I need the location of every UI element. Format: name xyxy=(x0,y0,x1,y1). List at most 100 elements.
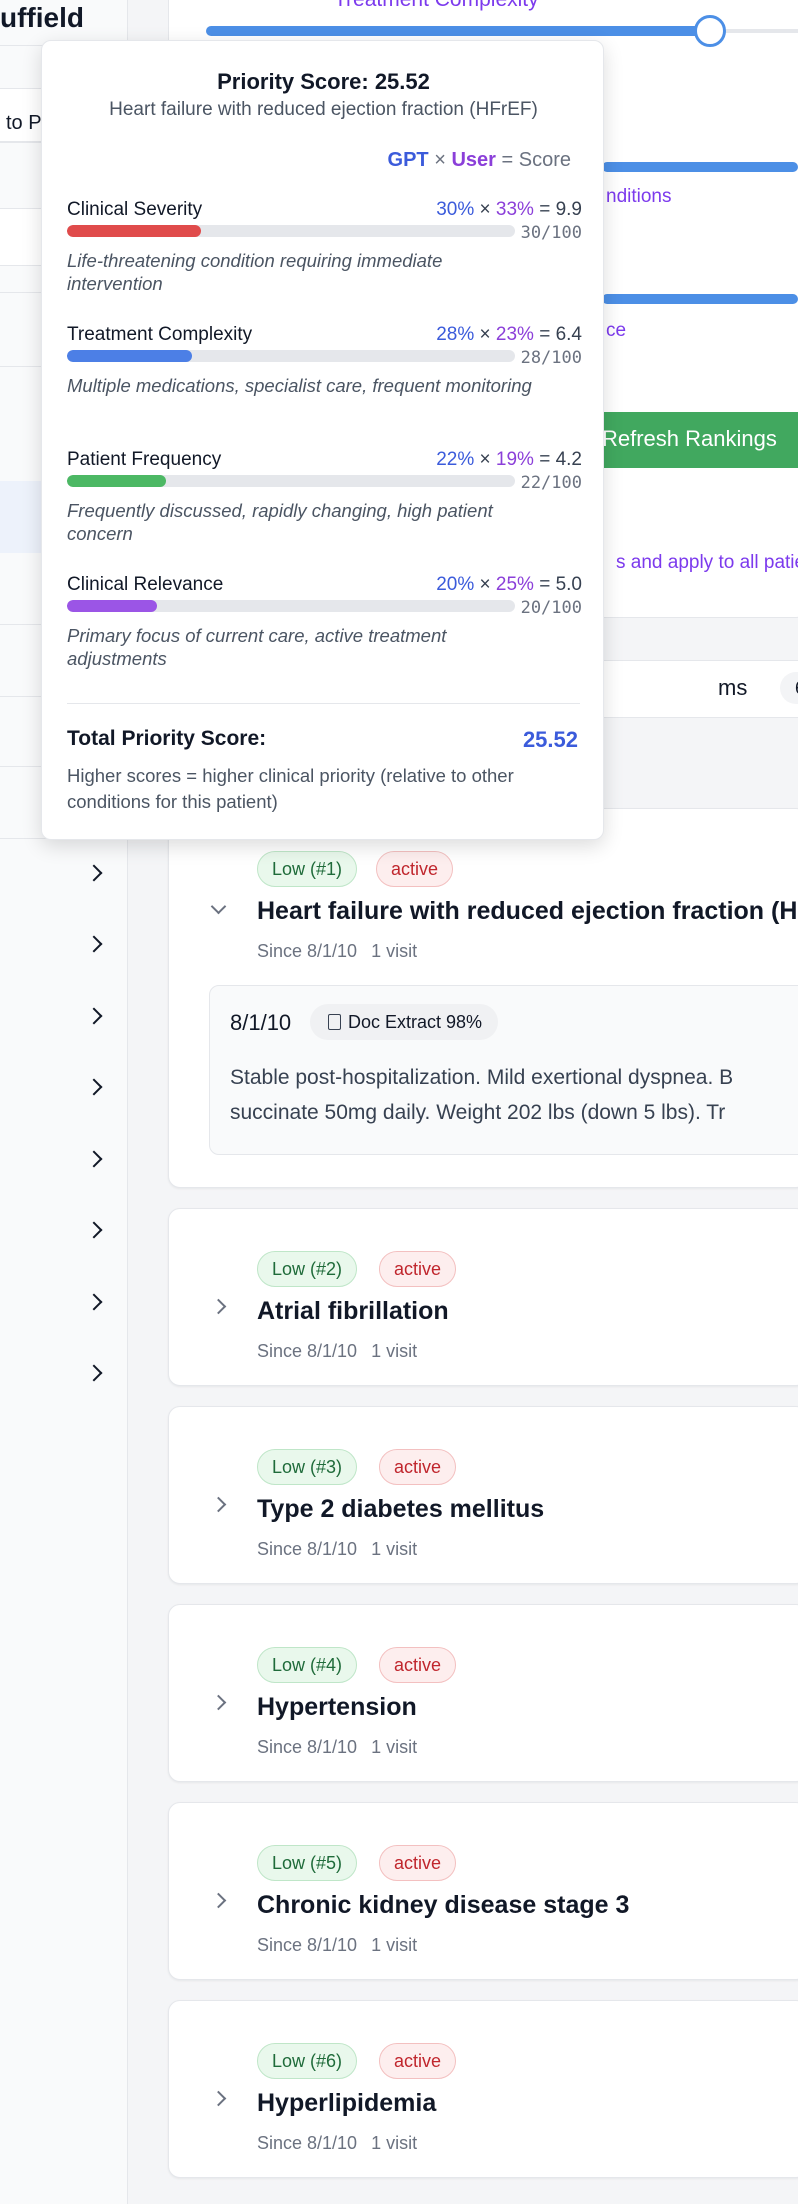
popover-subtitle: Heart failure with reduced ejection frac… xyxy=(109,99,538,120)
factor-description: Frequently discussed, rapidly changing, … xyxy=(67,500,493,544)
status-badge: active xyxy=(379,1251,457,1287)
tab-problems[interactable]: ms xyxy=(718,675,747,701)
sidebar-chevron-right-icon[interactable] xyxy=(85,1007,103,1025)
chevron-right-icon[interactable] xyxy=(210,1496,227,1513)
chevron-right-icon[interactable] xyxy=(210,2090,227,2107)
refresh-rankings-button[interactable]: Refresh Rankings xyxy=(580,412,798,468)
condition-meta: Since 8/1/10 1 visit xyxy=(257,1737,417,1758)
since-date: Since 8/1/10 xyxy=(257,1935,358,1955)
condition-title[interactable]: Type 2 diabetes mellitus xyxy=(257,1495,544,1524)
factor-description: Life-threatening condition requiring imm… xyxy=(67,250,443,294)
sidebar-chevron-right-icon[interactable] xyxy=(85,864,103,882)
priority-badge: Low (#5) xyxy=(257,1845,358,1881)
status-badge: active xyxy=(379,1449,457,1485)
chevron-right-icon[interactable] xyxy=(210,1298,227,1315)
condition-meta: Since 8/1/10 1 visit xyxy=(257,1935,417,1956)
factor-bar-fill xyxy=(67,350,193,362)
popover-divider xyxy=(67,703,580,704)
score-legend: GPT × User = Score xyxy=(388,149,571,172)
priority-badge: Low (#2) xyxy=(257,1251,358,1287)
condition-meta: Since 8/1/10 1 visit xyxy=(257,941,417,962)
factor-bar xyxy=(67,350,515,362)
since-date: Since 8/1/10 xyxy=(257,941,358,961)
visit-note-line: succinate 50mg daily. Weight 202 lbs (do… xyxy=(230,1101,726,1124)
factor-clinical-relevance: Clinical Relevance 20% × 25% = 5.0 20/10… xyxy=(67,574,582,692)
factor-score: 22/100 xyxy=(520,473,582,493)
factor-bar xyxy=(67,225,515,237)
since-date: Since 8/1/10 xyxy=(257,1539,358,1559)
gpt-weight: 20% xyxy=(436,574,475,595)
gpt-weight: 22% xyxy=(436,449,475,470)
sidebar-chevron-right-icon[interactable] xyxy=(85,935,103,953)
factor-result: 5.0 xyxy=(555,574,582,595)
factor-result: 6.4 xyxy=(555,324,582,345)
factor-description: Primary focus of current care, active tr… xyxy=(67,625,447,669)
slider-label-fragment: ce xyxy=(606,320,627,341)
condition-title[interactable]: Hypertension xyxy=(257,1693,417,1722)
slider-label-fragment: nditions xyxy=(606,186,672,207)
sidebar-chevron-right-icon[interactable] xyxy=(85,1221,103,1239)
factor-bar xyxy=(67,475,515,487)
condition-title[interactable]: Atrial fibrillation xyxy=(257,1297,449,1326)
status-badge: active xyxy=(379,2043,457,2079)
factor-name: Patient Frequency xyxy=(67,449,222,470)
factor-result: 9.9 xyxy=(555,199,582,220)
condition-card[interactable]: Low (#6) active Hyperlipidemia Since 8/1… xyxy=(168,2000,798,2178)
legend-times: × xyxy=(434,149,446,171)
chevron-down-icon[interactable] xyxy=(210,898,227,915)
condition-card[interactable]: Low (#3) active Type 2 diabetes mellitus… xyxy=(168,1406,798,1584)
condition-card[interactable]: Low (#4) active Hypertension Since 8/1/1… xyxy=(168,1604,798,1782)
factor-score: 20/100 xyxy=(520,598,582,618)
sidebar-chevron-right-icon[interactable] xyxy=(85,1364,103,1382)
weight-slider-thumb[interactable] xyxy=(694,15,726,47)
condition-title[interactable]: Heart failure with reduced ejection frac… xyxy=(257,897,798,926)
user-weight: 33% xyxy=(495,199,534,220)
weight-slider-fill[interactable] xyxy=(602,162,798,172)
visit-count: 1 visit xyxy=(371,1935,418,1955)
sidebar-chevron-right-icon[interactable] xyxy=(85,1078,103,1096)
visit-count: 1 visit xyxy=(371,1341,418,1361)
visit-count: 1 visit xyxy=(371,1539,418,1559)
condition-meta: Since 8/1/10 1 visit xyxy=(257,2133,417,2154)
chevron-right-icon[interactable] xyxy=(210,1892,227,1909)
condition-meta: Since 8/1/10 1 visit xyxy=(257,1341,417,1362)
condition-card[interactable]: Low (#1) active Heart failure with reduc… xyxy=(168,808,798,1188)
condition-title[interactable]: Hyperlipidemia xyxy=(257,2089,436,2118)
since-date: Since 8/1/10 xyxy=(257,1737,358,1757)
factor-name: Treatment Complexity xyxy=(67,324,253,345)
factor-bar-fill xyxy=(67,225,202,237)
legend-equals: = xyxy=(501,149,514,171)
apply-note: s and apply to all patie xyxy=(616,552,798,573)
legend-gpt: GPT xyxy=(387,149,429,171)
priority-badge: Low (#3) xyxy=(257,1449,358,1485)
factor-name: Clinical Relevance xyxy=(67,574,224,595)
visit-count: 1 visit xyxy=(371,1737,418,1757)
condition-card[interactable]: Low (#2) active Atrial fibrillation Sinc… xyxy=(168,1208,798,1386)
source-label: Doc Extract 98% xyxy=(348,1012,483,1032)
factor-treatment-complexity: Treatment Complexity 28% × 23% = 6.4 28/… xyxy=(67,324,582,442)
total-score-note: Higher scores = higher clinical priority… xyxy=(67,765,514,812)
source-chip: Doc Extract 98% xyxy=(310,1004,499,1040)
visit-date: 8/1/10 xyxy=(230,1010,292,1035)
document-icon xyxy=(328,1014,341,1030)
factor-description: Multiple medications, specialist care, f… xyxy=(67,375,532,396)
factor-calculation: 28% × 23% = 6.4 xyxy=(436,324,582,345)
weight-slider-fill[interactable] xyxy=(602,294,798,304)
user-weight: 23% xyxy=(495,324,534,345)
condition-title[interactable]: Chronic kidney disease stage 3 xyxy=(257,1891,629,1920)
status-badge: active xyxy=(379,1647,457,1683)
factor-calculation: 30% × 33% = 9.9 xyxy=(436,199,582,220)
visit-entry: 8/1/10 Doc Extract 98% Stable post-hospi… xyxy=(209,985,798,1155)
factor-bar-fill xyxy=(67,475,166,487)
factor-bar xyxy=(67,600,515,612)
condition-card[interactable]: Low (#5) active Chronic kidney disease s… xyxy=(168,1802,798,1980)
sidebar-chevron-right-icon[interactable] xyxy=(85,1293,103,1311)
sidebar-chevron-right-icon[interactable] xyxy=(85,1150,103,1168)
status-badge: active xyxy=(376,851,454,887)
gpt-weight: 28% xyxy=(436,324,475,345)
priority-score-popover: Priority Score: 25.52 Heart failure with… xyxy=(41,40,604,840)
chevron-right-icon[interactable] xyxy=(210,1694,227,1711)
priority-badge: Low (#4) xyxy=(257,1647,358,1683)
weight-slider-fill[interactable] xyxy=(206,26,708,36)
visit-count: 1 visit xyxy=(371,941,418,961)
